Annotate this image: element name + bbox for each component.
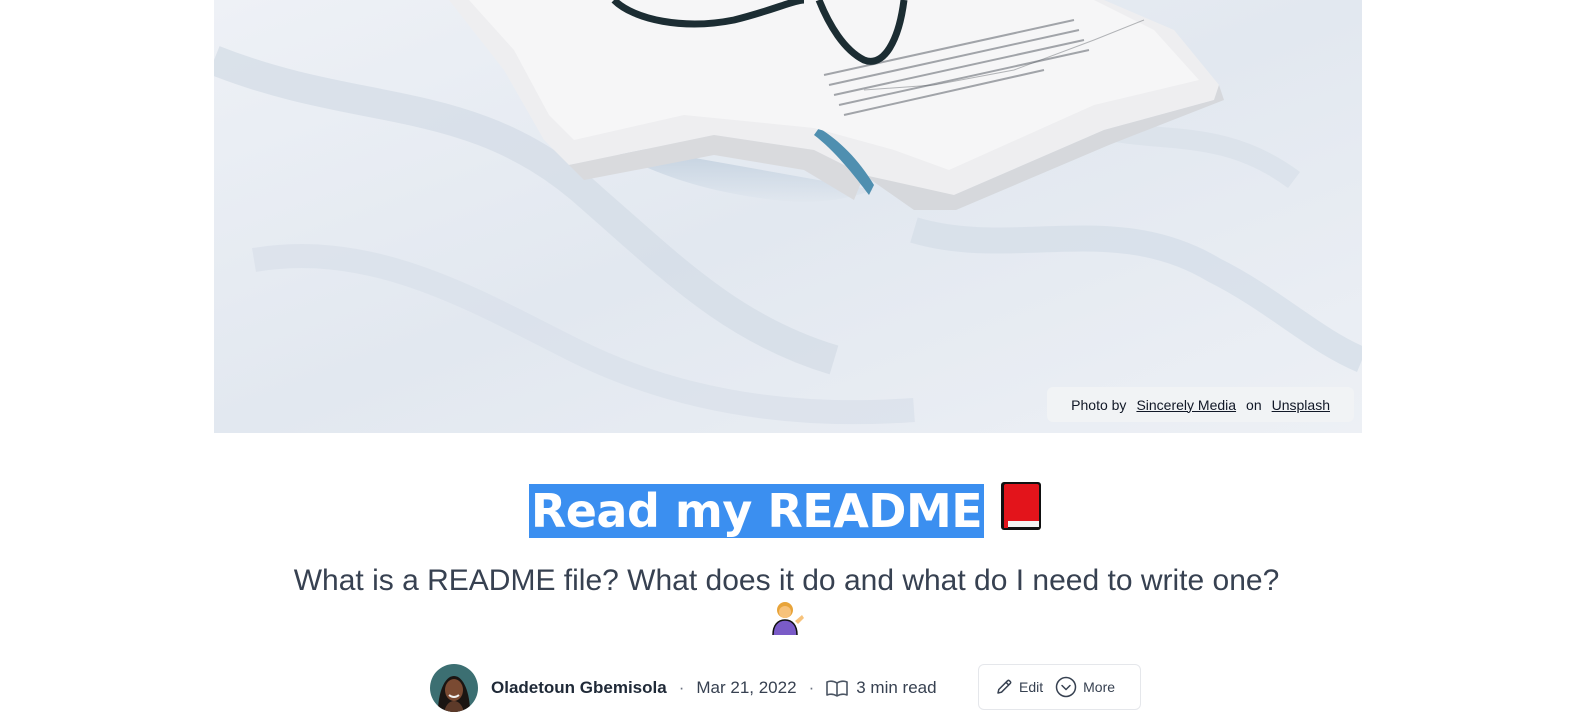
author-avatar[interactable] (430, 664, 478, 712)
chevron-down-circle-icon (1055, 676, 1077, 698)
publish-date[interactable]: Mar 21, 2022 (696, 678, 796, 698)
article-title: Read my README (528, 478, 1044, 550)
person-tipping-hand-icon (769, 599, 805, 644)
article-meta: Oladetoun Gbemisola · Mar 21, 2022 · 3 m… (430, 664, 937, 712)
read-time: 3 min read (826, 678, 937, 698)
cover-photo (214, 0, 1362, 433)
more-label: More (1083, 679, 1116, 695)
photo-credit-prefix: Photo by (1071, 396, 1127, 413)
meta-separator: · (678, 678, 685, 697)
photo-credit-joiner: on (1246, 396, 1262, 413)
pencil-icon (995, 678, 1013, 696)
more-button[interactable]: More (1055, 676, 1115, 698)
photographer-link[interactable]: Sincerely Media (1136, 397, 1236, 413)
photo-credit: Photo by Sincerely Media on Unsplash (1047, 387, 1354, 422)
article-title-text: Read my README (528, 484, 985, 538)
unsplash-link[interactable]: Unsplash (1272, 397, 1330, 413)
article-subtitle: What is a README file? What does it do a… (280, 563, 1293, 644)
meta-separator: · (808, 678, 815, 697)
article-subtitle-text: What is a README file? What does it do a… (293, 564, 1280, 597)
edit-label: Edit (1019, 679, 1044, 695)
cover-image: Photo by Sincerely Media on Unsplash (214, 0, 1362, 433)
author-name[interactable]: Oladetoun Gbemisola (491, 678, 667, 698)
closed-book-icon (998, 479, 1044, 550)
article-title-row: Read my README (0, 478, 1573, 550)
article-actions: Edit More (978, 664, 1141, 710)
read-time-text: 3 min read (856, 678, 937, 697)
edit-button[interactable]: Edit (995, 678, 1043, 696)
open-book-icon (826, 679, 849, 697)
